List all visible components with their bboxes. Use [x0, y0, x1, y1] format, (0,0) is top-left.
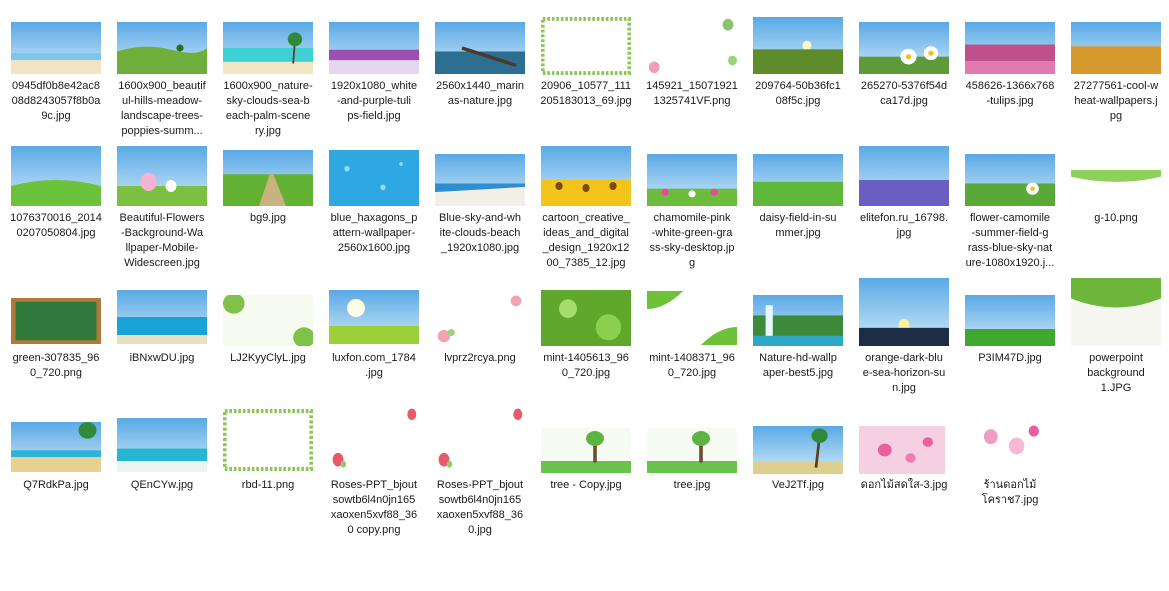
file-thumbnail[interactable]	[117, 146, 207, 206]
file-thumbnail[interactable]	[435, 403, 525, 471]
file-name: rbd-11.png	[241, 479, 295, 491]
file-name: QEnCYw.jpg	[130, 479, 194, 491]
file-thumbnail[interactable]	[647, 17, 737, 75]
file-name: ดอกไม้สดใส-3.jpg	[860, 479, 948, 491]
file-thumbnail[interactable]	[753, 154, 843, 206]
file-thumbnail[interactable]	[117, 22, 207, 74]
file-thumbnail[interactable]	[435, 22, 525, 74]
file-thumbnail[interactable]	[541, 146, 631, 206]
file-name: 265270-5376f54d ca17d.jpg	[860, 80, 948, 107]
file-name: 1076370016_2014 0207050804.jpg	[10, 212, 102, 239]
file-thumbnail[interactable]	[859, 278, 949, 346]
file-name: 458626-1366x768 -tulips.jpg	[965, 80, 1055, 107]
file-name: tree.jpg	[673, 479, 711, 491]
file-name: tree - Copy.jpg	[550, 479, 622, 491]
file-name: iBNxwDU.jpg	[129, 352, 195, 364]
file-name: luxfon.com_1784 .jpg	[332, 352, 416, 379]
file-thumbnail[interactable]	[1071, 22, 1161, 74]
file-thumbnail[interactable]	[117, 418, 207, 472]
file-thumbnail[interactable]	[647, 154, 737, 206]
file-thumbnail[interactable]	[965, 22, 1055, 74]
file-name: Blue-sky-and-wh ite-clouds-beach _1920x1…	[439, 212, 521, 254]
file-thumbnail[interactable]	[859, 22, 949, 74]
file-name: 0945df0b8e42ac8 08d8243057f8b0a 9c.jpg	[11, 80, 101, 122]
file-thumbnail[interactable]	[753, 295, 843, 346]
file-name: cartoon_creative_ ideas_and_digital _des…	[542, 212, 630, 269]
file-thumbnail[interactable]	[541, 17, 631, 75]
file-name: daisy-field-in-su mmer.jpg	[759, 212, 837, 239]
file-thumbnail[interactable]	[11, 146, 101, 206]
file-name: 1600x900_beautif ul-hills-meadow- landsc…	[118, 80, 206, 137]
file-thumbnail[interactable]	[753, 426, 843, 474]
file-name: Beautiful-Flowers -Background-Wa llpaper…	[119, 212, 205, 269]
file-thumbnail[interactable]	[117, 290, 207, 344]
file-name: green-307835_96 0_720.png	[12, 352, 100, 379]
file-thumbnail[interactable]	[1071, 278, 1161, 346]
file-thumbnail[interactable]	[223, 22, 313, 74]
file-thumbnail[interactable]	[1071, 170, 1161, 204]
file-name: 145921_15071921 1325741VF.png	[646, 80, 738, 107]
file-thumbnail[interactable]	[859, 426, 945, 474]
file-name: elitefon.ru_16798. jpg	[859, 212, 949, 239]
file-name: 1920x1080_white -and-purple-tuli ps-fiel…	[330, 80, 418, 122]
file-name: Q7RdkPa.jpg	[23, 479, 89, 491]
file-thumbnail[interactable]	[965, 295, 1055, 346]
file-name: powerpoint background 1.JPG	[1087, 352, 1145, 394]
file-name: flower-camomile -summer-field-g rass-blu…	[965, 212, 1055, 269]
file-thumbnail[interactable]	[859, 146, 949, 206]
file-name: bg9.jpg	[249, 212, 287, 224]
file-name: g-10.png	[1094, 212, 1138, 224]
file-thumbnail[interactable]	[541, 428, 631, 473]
file-name: chamomile-pink -white-green-gra ss-sky-d…	[649, 212, 735, 269]
file-name: 20906_10577_111 205183013_69.jpg	[540, 80, 632, 107]
file-thumbnail[interactable]	[647, 291, 737, 345]
file-thumbnail[interactable]	[329, 290, 419, 344]
file-thumbnail[interactable]	[647, 428, 737, 473]
file-name: 1600x900_nature- sky-clouds-sea-b each-p…	[223, 80, 313, 137]
file-thumbnail[interactable]	[435, 292, 525, 345]
file-thumbnail[interactable]	[11, 298, 101, 344]
file-name: VeJ2Tf.jpg	[772, 479, 824, 491]
file-thumbnail[interactable]	[223, 150, 313, 206]
file-thumbnail[interactable]	[11, 22, 101, 74]
file-name: mint-1408371_96 0_720.jpg	[649, 352, 735, 379]
file-thumbnail[interactable]	[753, 17, 843, 74]
file-name: P3IM47D.jpg	[978, 352, 1042, 364]
file-name: LJ2KyyClyL.jpg	[230, 352, 306, 364]
file-name: ร้านดอกไม้ โคราช7.jpg	[981, 479, 1039, 506]
file-thumbnail[interactable]	[541, 290, 631, 346]
file-thumbnail[interactable]	[223, 295, 313, 346]
file-thumbnail[interactable]	[965, 418, 1051, 474]
file-name: Nature-hd-wallp aper-best5.jpg	[759, 352, 837, 379]
file-name: mint-1405613_96 0_720.jpg	[543, 352, 629, 379]
file-thumbnail[interactable]	[329, 403, 419, 471]
file-name: blue_haxagons_p attern-wallpaper- 2560x1…	[330, 212, 418, 254]
file-name: Roses-PPT_bjout sowtb6l4n0jn165 xaoxen5x…	[330, 479, 418, 536]
file-thumbnail[interactable]	[329, 150, 419, 206]
file-thumbnail[interactable]	[435, 154, 525, 206]
file-thumbnail[interactable]	[329, 22, 419, 74]
file-thumbnail[interactable]	[11, 422, 101, 472]
file-name: Roses-PPT_bjout sowtb6l4n0jn165 xaoxen5x…	[436, 479, 524, 536]
file-thumbnail[interactable]	[223, 409, 313, 471]
file-thumbnail[interactable]	[965, 154, 1055, 206]
file-name: 209764-50b36fc1 08f5c.jpg	[755, 80, 841, 107]
file-name: lvprz2rcya.png	[444, 352, 516, 364]
file-name: orange-dark-blu e-sea-horizon-su n.jpg	[862, 352, 946, 394]
file-name: 27277561-cool-w heat-wallpapers.j pg	[1073, 80, 1159, 122]
file-name: 2560x1440_marin as-nature.jpg	[435, 80, 525, 107]
